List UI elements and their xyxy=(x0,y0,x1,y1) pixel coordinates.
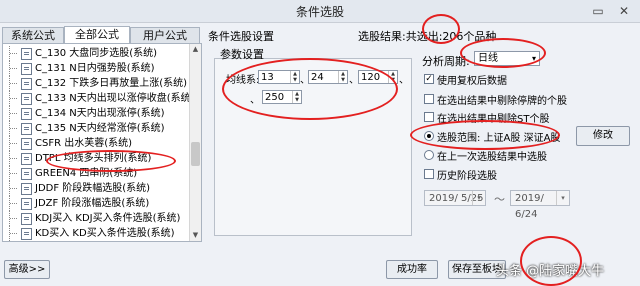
prev-result-radio[interactable] xyxy=(424,150,434,160)
calendar-dropdown-icon[interactable]: ▾ xyxy=(556,191,569,205)
exclude-suspended-checkbox[interactable] xyxy=(424,94,434,104)
tree-branch xyxy=(9,106,20,121)
formula-file-icon xyxy=(21,108,32,120)
formula-file-icon xyxy=(21,228,32,240)
history-checkbox[interactable] xyxy=(424,169,434,179)
list-item[interactable]: JDDF 阶段跌幅选股(系统) xyxy=(3,181,189,196)
tree-branch xyxy=(9,151,20,166)
list-scrollbar[interactable]: ▲ ▼ xyxy=(189,44,201,241)
formula-file-icon xyxy=(21,138,32,150)
tree-branch xyxy=(9,121,20,136)
annotation-circle xyxy=(410,120,560,150)
formula-list: C_130 大盘同步选股(系统) C_131 N日内强势股(系统) C_132 下跌… xyxy=(2,43,202,242)
tree-branch xyxy=(9,226,20,241)
formula-file-icon xyxy=(21,168,32,180)
end-date-input[interactable]: 2019/ 6/24 ▾ xyxy=(510,190,570,220)
close-icon[interactable]: ✕ xyxy=(616,3,632,19)
tree-branch xyxy=(9,211,20,226)
annotation-circle xyxy=(460,38,546,68)
formula-file-icon xyxy=(21,198,32,210)
list-item[interactable]: KDJ买入 KDJ买入条件选股(系统) xyxy=(3,211,189,226)
formula-name: CSFR 出水芙蓉(系统) xyxy=(35,138,133,149)
formula-name: JDDF 阶段跌幅选股(系统) xyxy=(35,183,151,194)
formula-file-icon xyxy=(21,123,32,135)
date-range-separator: ～ xyxy=(494,193,505,206)
tree-branch xyxy=(9,46,20,61)
tree-branch xyxy=(9,61,20,76)
annotation-circle xyxy=(222,58,398,120)
exclude-st-checkbox[interactable] xyxy=(424,112,434,122)
use-adjusted-checkbox[interactable]: ✓ xyxy=(424,74,434,84)
tree-branch xyxy=(9,196,20,211)
scroll-thumb[interactable] xyxy=(191,142,200,166)
list-item[interactable]: C_131 N日内强势股(系统) xyxy=(3,61,189,76)
list-item[interactable]: C_133 N天内出现以涨停收盘(系统) xyxy=(3,91,189,106)
modify-button[interactable]: 修改 xyxy=(576,126,630,146)
formula-name: C_135 N天内经常涨停(系统) xyxy=(35,123,165,134)
formula-file-icon xyxy=(21,78,32,90)
list-item[interactable]: C_134 N天内出现涨停(系统) xyxy=(3,106,189,121)
list-item[interactable]: C_135 N天内经常涨停(系统) xyxy=(3,121,189,136)
annotation-circle xyxy=(520,236,582,286)
minimize-icon[interactable]: ▭ xyxy=(590,3,606,19)
formula-file-icon xyxy=(21,48,32,60)
formula-name: C_130 大盘同步选股(系统) xyxy=(35,48,158,59)
formula-file-icon xyxy=(21,93,32,105)
tree-branch xyxy=(9,91,20,106)
tree-branch xyxy=(9,181,20,196)
condition-settings-title: 条件选股设置 xyxy=(208,30,274,43)
scroll-down-icon[interactable]: ▼ xyxy=(190,230,201,241)
scroll-up-icon[interactable]: ▲ xyxy=(190,44,201,55)
tree-branch xyxy=(9,76,20,91)
list-item[interactable]: C_130 大盘同步选股(系统) xyxy=(3,46,189,61)
start-date-input[interactable]: 2019/ 5/25 ▾ xyxy=(424,190,486,206)
end-date-value: 2019/ 6/24 xyxy=(515,193,544,220)
list-item[interactable]: JDZF 阶段涨幅选股(系统) xyxy=(3,196,189,211)
stock-screener-window: 条件选股 ▭ ✕ 系统公式 全部公式 用户公式 C_130 大盘同步选股(系统)… xyxy=(0,0,640,286)
window-title: 条件选股 xyxy=(295,5,344,19)
params-title: 参数设置 xyxy=(220,48,264,61)
list-item[interactable]: KD买入 KD买入条件选股(系统) xyxy=(3,226,189,241)
tree-branch xyxy=(9,136,20,151)
formula-file-icon xyxy=(21,153,32,165)
formula-file-icon xyxy=(21,63,32,75)
formula-name: C_134 N天内出现涨停(系统) xyxy=(35,108,165,119)
annotation-circle xyxy=(46,150,176,172)
prev-result-label: 在上一次选股结果中选股 xyxy=(437,152,547,163)
separator: 、 xyxy=(399,75,409,86)
annotation-circle xyxy=(422,14,460,44)
advanced-button[interactable]: 高级>> xyxy=(4,260,50,279)
use-adjusted-label: 使用复权后数据 xyxy=(437,76,507,87)
formula-file-icon xyxy=(21,213,32,225)
formula-name: KD买入 KD买入条件选股(系统) xyxy=(35,228,175,239)
list-item[interactable]: C_132 下跌多日再放量上涨(系统) xyxy=(3,76,189,91)
formula-name: KDJ买入 KDJ买入条件选股(系统) xyxy=(35,213,181,224)
formula-name: JDZF 阶段涨幅选股(系统) xyxy=(35,198,150,209)
history-label: 历史阶段选股 xyxy=(437,171,497,182)
formula-name: C_131 N日内强势股(系统) xyxy=(35,63,155,74)
success-rate-button[interactable]: 成功率 xyxy=(386,260,438,279)
title-bar: 条件选股 ▭ ✕ xyxy=(0,0,640,23)
list-item[interactable]: CSFR 出水芙蓉(系统) xyxy=(3,136,189,151)
formula-file-icon xyxy=(21,183,32,195)
formula-name: C_133 N天内出现以涨停收盘(系统) xyxy=(35,93,189,104)
calendar-dropdown-icon[interactable]: ▾ xyxy=(472,191,485,205)
formula-name: C_132 下跌多日再放量上涨(系统) xyxy=(35,78,188,89)
exclude-suspended-label: 在选出结果中剔除停牌的个股 xyxy=(437,96,567,107)
tree-branch xyxy=(9,166,20,181)
